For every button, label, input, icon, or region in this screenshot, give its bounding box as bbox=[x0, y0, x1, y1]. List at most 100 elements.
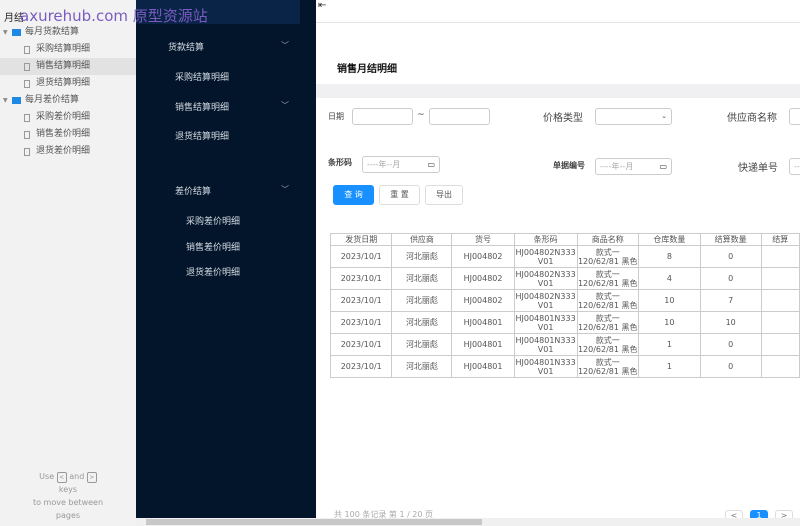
horizontal-scrollbar[interactable] bbox=[136, 518, 800, 526]
tree-page-item[interactable]: 退货结算明细 bbox=[0, 75, 136, 92]
tree-folder[interactable]: ▼ 每月差价结算 bbox=[0, 92, 136, 109]
divider-band bbox=[316, 84, 800, 98]
nav-group-payment[interactable]: 货款结算 bbox=[168, 40, 204, 53]
folder-icon bbox=[12, 29, 21, 36]
table-cell: 0 bbox=[699, 333, 762, 356]
table-row: 2023/10/1 河北丽彪 HJ004801 HJ004801N333 V01 款式一… bbox=[329, 355, 800, 378]
page-label: 销售结算明细 bbox=[36, 61, 91, 71]
date-end-input[interactable] bbox=[429, 108, 490, 125]
page-label: 采购差价明细 bbox=[36, 112, 91, 122]
table-cell: 河北丽彪 bbox=[391, 355, 453, 378]
export-button[interactable]: 导出 bbox=[425, 185, 463, 205]
table-cell: 0 bbox=[699, 245, 762, 268]
column-header: 条形码 bbox=[513, 233, 578, 246]
price-type-select[interactable]: ⌄ bbox=[595, 108, 672, 125]
doc-placeholder: ----年--月 bbox=[600, 162, 634, 171]
table-cell: 2023/10/1 bbox=[329, 289, 393, 312]
caret-down-icon[interactable]: ▼ bbox=[3, 92, 12, 109]
nav-item-sales-settlement[interactable]: 销售结算明细 bbox=[175, 100, 229, 113]
table-cell: 4 bbox=[638, 267, 701, 290]
nav-item-return-settlement[interactable]: 退货结算明细 bbox=[175, 129, 229, 142]
page-tree-sidebar: 月结 axurehub.com 原型资源站 ▼ 每月货款结算 采购结算明细 销售结算明… bbox=[0, 0, 208, 526]
express-input[interactable]: -- bbox=[789, 158, 800, 175]
tree-page-item[interactable]: 销售差价明细 bbox=[0, 126, 136, 143]
keyboard-help: Use < and > keys to move between pages bbox=[0, 470, 136, 522]
chevron-down-icon[interactable]: ﹀ bbox=[281, 40, 289, 51]
table-cell: HJ004802 bbox=[451, 245, 515, 268]
page-label: 退货结算明细 bbox=[36, 78, 91, 88]
help-text: keys bbox=[58, 485, 78, 494]
table-cell: 10 bbox=[638, 311, 701, 334]
help-text: Use bbox=[39, 472, 55, 481]
data-table: 发货日期 供应商 货号 条形码 商品名称 仓库数量 结算数量 结算 2023/10/1 河北丽彪… bbox=[329, 233, 800, 378]
table-row: 2023/10/1 河北丽彪 HJ004801 HJ004801N333 V01 款式一… bbox=[329, 333, 800, 356]
table-cell: 河北丽彪 bbox=[391, 245, 453, 268]
table-cell: HJ004801 bbox=[451, 311, 515, 334]
caret-down-icon[interactable]: ▼ bbox=[3, 24, 12, 41]
table-cell: HJ004802 bbox=[451, 289, 515, 312]
supplier-input[interactable] bbox=[789, 108, 800, 125]
column-header: 供应商 bbox=[391, 233, 453, 246]
scrollbar-thumb[interactable] bbox=[146, 519, 482, 525]
table-row: 2023/10/1 河北丽彪 HJ004802 HJ004802N333 V01 款式一… bbox=[329, 289, 800, 312]
supplier-label: 供应商名称 bbox=[727, 113, 777, 124]
table-cell: 0 bbox=[699, 355, 762, 378]
table-row: 2023/10/1 河北丽彪 HJ004801 HJ004801N333 V01 款式一… bbox=[329, 311, 800, 334]
next-key-icon: > bbox=[86, 472, 97, 483]
table-cell: 2023/10/1 bbox=[329, 311, 393, 334]
table-row: 2023/10/1 河北丽彪 HJ004802 HJ004802N333 V01 款式一… bbox=[329, 245, 800, 268]
nav-item-purchase-settlement[interactable]: 采购结算明细 bbox=[175, 70, 229, 83]
folder-icon bbox=[12, 97, 21, 104]
table-cell: 2023/10/1 bbox=[329, 355, 393, 378]
tree-page-item[interactable]: 采购差价明细 bbox=[0, 109, 136, 126]
table-cell: HJ004802 bbox=[451, 267, 515, 290]
price-type-label: 价格类型 bbox=[543, 113, 583, 124]
nav-item-sales-diff[interactable]: 销售差价明细 bbox=[186, 240, 240, 253]
table-cell: 款式一 120/62/81 黑色 bbox=[576, 333, 640, 356]
tree-page-item[interactable]: 采购结算明细 bbox=[0, 41, 136, 58]
page-tree: ▼ 每月货款结算 采购结算明细销售结算明细 退货结算明细 ▼ 每月差价结算采购差价明细销售… bbox=[0, 24, 136, 160]
tree-page-item[interactable]: 退货差价明细 bbox=[0, 143, 136, 160]
table-cell bbox=[760, 289, 800, 312]
query-button[interactable]: 查 询 bbox=[333, 185, 374, 205]
table-cell: 1 bbox=[638, 355, 701, 378]
barcode-placeholder: ----年--月 bbox=[367, 160, 401, 169]
table-cell bbox=[760, 355, 800, 378]
tree-page-item[interactable]: 销售结算明细 bbox=[0, 58, 136, 75]
table-header-row: 发货日期 供应商 货号 条形码 商品名称 仓库数量 结算数量 结算 bbox=[329, 233, 800, 246]
chevron-down-icon[interactable]: ﹀ bbox=[281, 184, 289, 195]
table-cell: 款式一 120/62/81 黑色 bbox=[576, 245, 640, 268]
table-cell: HJ004802N333 V01 bbox=[513, 267, 578, 290]
chevron-down-icon[interactable]: ﹀ bbox=[281, 100, 289, 111]
help-text: to move between bbox=[32, 498, 104, 507]
help-text: pages bbox=[55, 511, 81, 520]
barcode-input[interactable]: ----年--月 ▭ bbox=[362, 156, 440, 173]
nav-menu: 货款结算 ﹀ 采购结算明细 销售结算明细 ﹀ 退货结算明细 差价结算 ﹀ 采购差… bbox=[136, 0, 316, 518]
pagination-summary: 共 100 条记录 第 1 / 20 页 bbox=[334, 510, 434, 518]
column-header: 结算 bbox=[760, 233, 800, 246]
nav-item-purchase-diff[interactable]: 采购差价明细 bbox=[186, 214, 240, 227]
table-cell: HJ004802N333 V01 bbox=[513, 289, 578, 312]
table-cell: HJ004801N333 V01 bbox=[513, 333, 578, 356]
column-header: 货号 bbox=[451, 233, 515, 246]
nav-item-return-diff[interactable]: 退货差价明细 bbox=[186, 265, 240, 278]
calendar-icon[interactable]: ▭ bbox=[659, 159, 667, 174]
table-cell: 2023/10/1 bbox=[329, 267, 393, 290]
table-cell: 款式一 120/62/81 黑色 bbox=[576, 355, 640, 378]
date-start-input[interactable] bbox=[352, 108, 413, 125]
chevron-down-icon: ⌄ bbox=[661, 112, 667, 120]
table-cell: 河北丽彪 bbox=[391, 267, 453, 290]
nav-group-price-diff[interactable]: 差价结算 bbox=[175, 184, 211, 197]
calendar-icon[interactable]: ▭ bbox=[427, 157, 435, 172]
tree-folder[interactable]: ▼ 每月货款结算 bbox=[0, 24, 136, 41]
doc-no-input[interactable]: ----年--月 ▭ bbox=[595, 158, 672, 175]
reset-button[interactable]: 重 置 bbox=[379, 185, 420, 205]
menu-fold-icon[interactable]: ⇤ bbox=[318, 0, 326, 11]
table-cell: 款式一 120/62/81 黑色 bbox=[576, 289, 640, 312]
page-icon bbox=[24, 79, 30, 88]
table-cell: 款式一 120/62/81 黑色 bbox=[576, 311, 640, 334]
table-cell: 2023/10/1 bbox=[329, 333, 393, 356]
column-header: 仓库数量 bbox=[638, 233, 701, 246]
page-icon bbox=[24, 45, 30, 54]
column-header: 商品名称 bbox=[576, 233, 640, 246]
